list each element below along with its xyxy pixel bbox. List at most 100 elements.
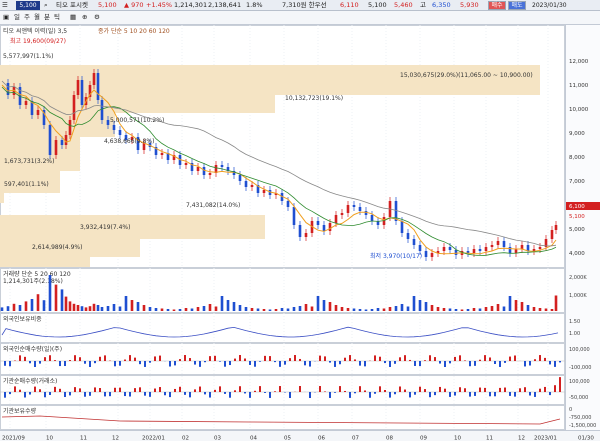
volume-bar bbox=[281, 308, 284, 311]
volume-bar bbox=[329, 302, 332, 311]
volume-bar bbox=[185, 308, 188, 311]
volume-panel-title: 거래량 단순 5 20 60 120 bbox=[3, 270, 71, 278]
y-tick-label: -100,000 bbox=[569, 365, 591, 371]
lock-icon[interactable]: ▣ bbox=[3, 13, 9, 22]
foreign-net-buy-bar bbox=[309, 361, 311, 367]
tab-minute[interactable]: 분 bbox=[44, 13, 50, 22]
inst-net-buy-bar bbox=[359, 386, 361, 392]
candle-body bbox=[521, 245, 524, 249]
volume-bar bbox=[215, 307, 218, 312]
y-tick-label: 4,000 bbox=[569, 251, 585, 257]
volume-bar bbox=[113, 304, 116, 311]
tab-week[interactable]: 주 bbox=[24, 13, 30, 22]
inst-net-buy-bar bbox=[274, 391, 276, 392]
candle-body bbox=[245, 181, 248, 187]
inst-net-buy-bar bbox=[169, 392, 171, 397]
inst-net-buy-bar bbox=[349, 392, 351, 398]
y-tick-label: 11,000 bbox=[569, 83, 589, 89]
volume-bar bbox=[401, 304, 404, 311]
price-chart[interactable]: 티오 씨앤텍 이력(일) 3,5종가 단순 5 10 20 60 120최고 1… bbox=[0, 25, 565, 430]
volume-bar bbox=[93, 304, 96, 311]
volume-bar bbox=[155, 308, 158, 311]
y-tick-label: 10,000 bbox=[569, 107, 589, 113]
inst-net-buy-bar bbox=[289, 392, 291, 398]
foreign-net-buy-bar bbox=[189, 358, 191, 361]
foreign-net-buy-bar bbox=[554, 361, 556, 367]
candle-body bbox=[203, 167, 206, 175]
volume-bar bbox=[73, 304, 76, 311]
candle-body bbox=[479, 249, 482, 251]
volume-bar bbox=[173, 310, 176, 312]
volume-bar bbox=[539, 308, 542, 311]
volume-bar bbox=[13, 304, 16, 311]
date-field[interactable]: 2023/01/30 bbox=[532, 1, 567, 10]
inst-net-buy-bar bbox=[259, 386, 261, 392]
inst-net-buy-bar bbox=[479, 388, 481, 392]
inst-net-buy-bar bbox=[94, 387, 96, 392]
stock-code-input[interactable]: 5,100 bbox=[16, 1, 40, 10]
volume-bar bbox=[19, 305, 22, 311]
volume-bar bbox=[197, 307, 200, 311]
volume-bar bbox=[77, 305, 80, 311]
candle-body bbox=[371, 215, 374, 221]
volume-bar bbox=[449, 309, 452, 312]
inst-net-buy-bar bbox=[179, 387, 181, 392]
candle-body bbox=[65, 135, 68, 145]
volume-bar bbox=[419, 300, 422, 311]
foreign-net-buy-bar bbox=[479, 360, 481, 361]
chart-area[interactable]: 티오 씨앤텍 이력(일) 3,5종가 단순 5 10 20 60 120최고 1… bbox=[0, 25, 565, 430]
foreign-net-buy-bar bbox=[74, 355, 76, 361]
settings-icon[interactable]: ⚙ bbox=[94, 13, 100, 22]
inst-net-buy-bar bbox=[504, 388, 506, 392]
inst-net-buy-bar bbox=[159, 387, 161, 392]
tab-day[interactable]: 일 bbox=[14, 13, 20, 22]
grid-icon[interactable]: ▦ bbox=[70, 13, 76, 22]
foreign-net-buy-bar bbox=[334, 361, 336, 367]
volume-bar bbox=[437, 307, 440, 311]
p4-title: 외국인순매수량(일)(주) bbox=[3, 345, 62, 353]
y-tick-label: -1,500,000 bbox=[569, 423, 596, 429]
foreign-net-buy-bar bbox=[229, 361, 231, 365]
foreign-net-buy-bar bbox=[239, 355, 241, 361]
foreign-net-buy-bar bbox=[154, 356, 156, 361]
inst-net-buy-bar bbox=[409, 392, 411, 397]
foreign-net-buy-bar bbox=[89, 361, 91, 367]
foreign-net-buy-bar bbox=[19, 355, 21, 361]
summary-text: 7,310원 한우선 bbox=[282, 1, 327, 10]
volume-bar bbox=[377, 308, 380, 311]
volume-annotation: 1,673,731(3.2%) bbox=[4, 158, 54, 165]
y-tick-label: 2,000K bbox=[569, 275, 587, 281]
candle-body bbox=[347, 205, 350, 213]
tab-month[interactable]: 월 bbox=[34, 13, 40, 22]
buy-button[interactable]: 매수 bbox=[488, 1, 506, 10]
amount-value: 2,138,641 bbox=[208, 1, 241, 10]
inst-net-buy-bar bbox=[369, 392, 371, 398]
tab-tick[interactable]: 틱 bbox=[54, 13, 60, 22]
y-tick-label: 1,000K bbox=[569, 293, 587, 299]
inst-net-buy-bar bbox=[499, 388, 501, 392]
inst-net-buy-bar bbox=[64, 392, 66, 397]
foreign-net-buy-bar bbox=[449, 361, 451, 363]
volume-bar bbox=[43, 300, 46, 311]
sell-button[interactable]: 매도 bbox=[508, 1, 526, 10]
volume-annotation: 2,614,989(4.9%) bbox=[32, 244, 82, 251]
search-icon[interactable]: ⌕ bbox=[44, 1, 48, 10]
inst-net-buy-bar bbox=[354, 392, 356, 393]
volume-bar bbox=[31, 299, 34, 311]
inst-net-buy-bar bbox=[134, 388, 136, 392]
inst-net-buy-bar bbox=[454, 392, 456, 396]
inst-net-buy-bar bbox=[264, 392, 266, 393]
zoom-icon[interactable]: ⊕ bbox=[82, 13, 87, 22]
x-axis-svg: 2021/091011122022/0102030405060708091011… bbox=[0, 431, 600, 442]
inst-net-buy-bar bbox=[154, 389, 156, 392]
foreign-net-buy-bar bbox=[419, 361, 421, 366]
foreign-net-buy-bar bbox=[159, 356, 161, 361]
foreign-net-buy-bar bbox=[414, 361, 416, 366]
foreign-net-buy-bar bbox=[374, 355, 376, 361]
foreign-net-buy-bar bbox=[559, 361, 561, 362]
foreign-net-buy-bar bbox=[424, 360, 426, 361]
foreign-net-buy-bar bbox=[364, 361, 366, 366]
inst-net-buy-bar bbox=[49, 392, 51, 395]
hamburger-icon[interactable]: ☰ bbox=[2, 1, 8, 10]
candle-body bbox=[473, 249, 476, 253]
